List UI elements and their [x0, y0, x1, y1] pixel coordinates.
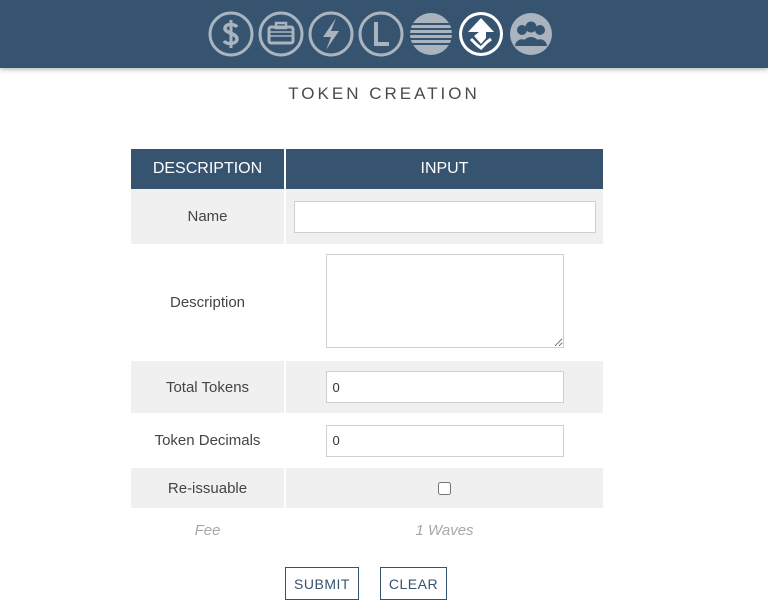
community-icon[interactable]	[507, 10, 555, 58]
token-decimals-label: Token Decimals	[131, 413, 286, 468]
description-label: Description	[131, 244, 286, 361]
clear-button[interactable]: CLEAR	[380, 567, 447, 600]
token-icon[interactable]	[457, 10, 505, 58]
submit-button[interactable]: SUBMIT	[285, 567, 359, 600]
lightning-icon[interactable]	[307, 10, 355, 58]
dollar-icon[interactable]	[207, 10, 255, 58]
name-input[interactable]	[293, 200, 596, 233]
lease-icon[interactable]	[357, 10, 405, 58]
total-tokens-input[interactable]	[325, 371, 564, 403]
reissuable-label: Re-issuable	[131, 468, 286, 508]
table-row-name: Name	[131, 189, 603, 244]
token-decimals-input[interactable]	[325, 424, 564, 457]
table-row-reissuable: Re-issuable	[131, 468, 603, 508]
token-creation-form: DESCRIPTION INPUT Name Description Total…	[131, 149, 603, 552]
total-tokens-label: Total Tokens	[131, 361, 286, 413]
fee-label: Fee	[131, 508, 286, 552]
name-label: Name	[131, 189, 286, 244]
column-header-input: INPUT	[285, 149, 603, 189]
table-row-total-tokens: Total Tokens	[131, 361, 603, 413]
stripes-icon[interactable]	[407, 10, 455, 58]
column-header-description: DESCRIPTION	[131, 149, 286, 189]
wallet-icon[interactable]	[257, 10, 305, 58]
reissuable-checkbox[interactable]	[438, 482, 451, 496]
table-row-fee: Fee 1 Waves	[131, 508, 603, 552]
table-row-token-decimals: Token Decimals	[131, 413, 603, 468]
fee-value: 1 Waves	[285, 508, 603, 552]
top-navigation-bar	[0, 0, 768, 68]
page-title: TOKEN CREATION	[288, 84, 480, 103]
description-textarea[interactable]	[325, 253, 564, 348]
table-row-description: Description	[131, 244, 603, 361]
